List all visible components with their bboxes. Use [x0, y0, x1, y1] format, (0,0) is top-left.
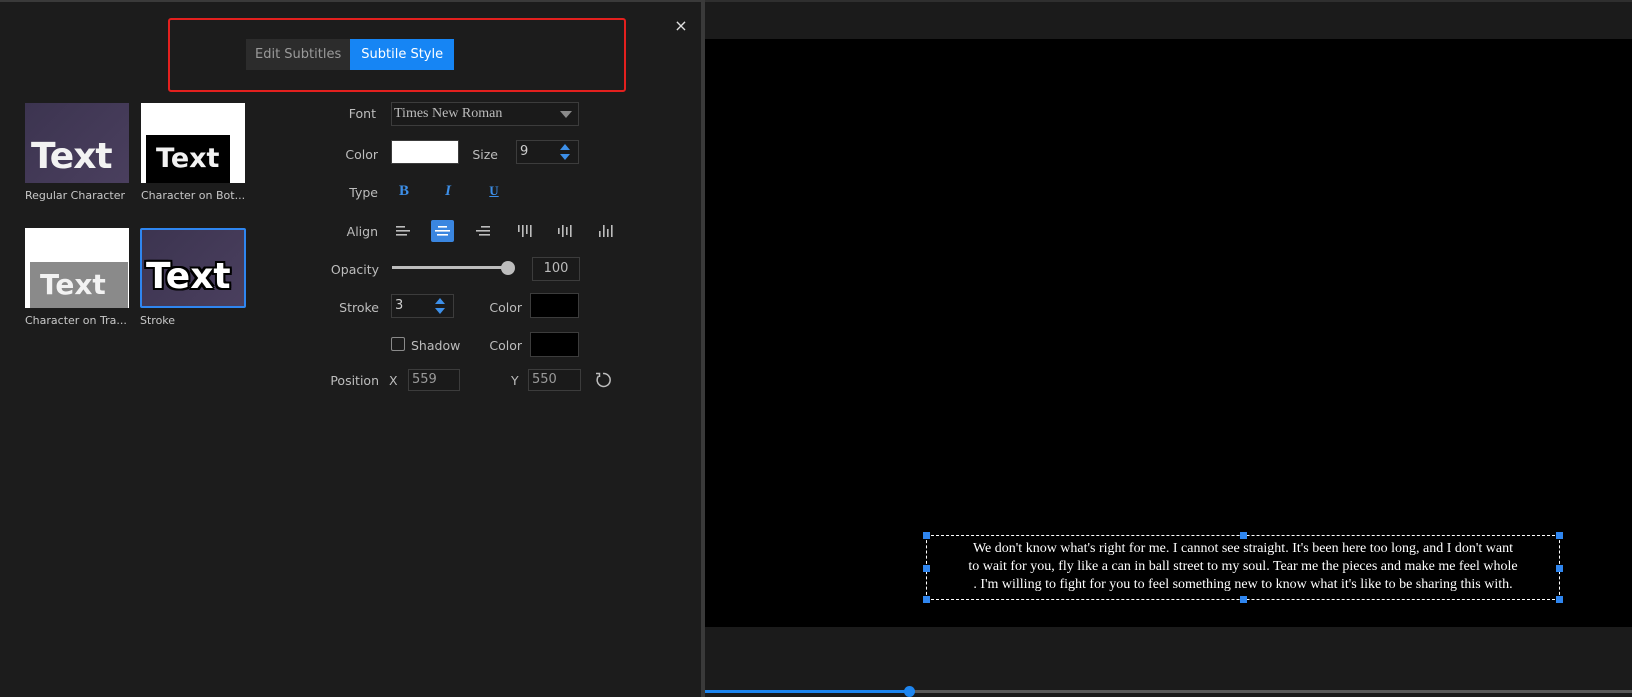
subtitle-line: to wait for you, fly like a can in ball … — [968, 559, 1518, 574]
resize-handle-top[interactable] — [1240, 532, 1247, 539]
position-y-label: Y — [511, 373, 519, 388]
type-label: Type — [349, 185, 378, 200]
align-top-button[interactable] — [513, 220, 536, 242]
playback-scrubber-handle[interactable] — [903, 686, 915, 697]
opacity-input[interactable]: 100 — [532, 257, 580, 281]
preset-preview-text: Text — [31, 136, 113, 177]
preset-thumbnail[interactable]: Text — [25, 103, 129, 183]
preview-header — [705, 0, 1632, 39]
align-top-icon — [518, 225, 532, 237]
stroke-color-label: Color — [489, 300, 522, 315]
stroke-color-swatch[interactable] — [530, 293, 579, 318]
preset-thumbnail[interactable]: Text — [141, 103, 245, 183]
resize-handle-top-left[interactable] — [923, 532, 930, 539]
chevron-down-icon — [560, 111, 572, 118]
resize-handle-bottom-right[interactable] — [1556, 596, 1563, 603]
preset-stroke[interactable]: Text Stroke — [140, 228, 246, 327]
preset-preview-text: Text — [156, 143, 220, 174]
opacity-slider[interactable] — [392, 266, 508, 269]
align-label: Align — [346, 224, 378, 239]
subtitle-style-panel: Edit Subtitles Subtile Style × Text Regu… — [0, 0, 701, 697]
size-label: Size — [472, 147, 498, 162]
spin-arrows-icon[interactable] — [560, 143, 570, 163]
close-icon[interactable]: × — [673, 18, 689, 34]
resize-handle-left[interactable] — [923, 565, 930, 572]
align-middle-icon — [558, 225, 572, 237]
align-center-button[interactable] — [431, 220, 454, 242]
align-bottom-icon — [599, 225, 613, 237]
tab-edit-subtitles[interactable]: Edit Subtitles — [246, 39, 351, 70]
position-label: Position — [330, 373, 379, 388]
preset-preview-text: Text — [146, 256, 231, 297]
subtitle-line: We don't know what's right for me. I can… — [972, 541, 1514, 556]
align-left-icon — [396, 226, 410, 236]
font-select[interactable]: Times New Roman — [391, 102, 579, 126]
preset-thumbnail[interactable]: Text — [25, 228, 129, 308]
stroke-width-value: 3 — [395, 298, 404, 313]
shadow-color-swatch[interactable] — [530, 332, 579, 357]
preset-label: Character on Bot... — [141, 189, 246, 202]
align-right-button[interactable] — [472, 220, 495, 242]
color-label: Color — [345, 147, 378, 162]
preset-thumbnail-selected[interactable]: Text — [140, 228, 246, 308]
position-y-input[interactable]: 550 — [528, 369, 581, 391]
preset-label: Stroke — [140, 314, 176, 327]
playback-progress-bar[interactable] — [705, 686, 1632, 697]
resize-handle-top-right[interactable] — [1556, 532, 1563, 539]
spin-arrows-icon[interactable] — [435, 297, 445, 317]
font-select-value: Times New Roman — [394, 106, 503, 121]
preset-character-on-transparent[interactable]: Text Character on Tra... — [25, 228, 129, 327]
subtitle-text-box[interactable]: We don't know what's right for me. I can… — [923, 532, 1563, 603]
subtitle-tabs: Edit Subtitles Subtile Style — [246, 39, 455, 70]
preset-label: Regular Character — [25, 189, 125, 202]
resize-handle-bottom-left[interactable] — [923, 596, 930, 603]
subtitle-line: . I'm willing to fight for you to feel s… — [973, 577, 1513, 592]
align-left-button[interactable] — [392, 220, 415, 242]
align-middle-button[interactable] — [553, 220, 576, 242]
playback-progress-fill — [705, 690, 909, 693]
shadow-label: Shadow — [411, 338, 461, 353]
align-right-icon — [476, 226, 490, 236]
italic-button[interactable]: I — [440, 183, 456, 200]
size-spinner[interactable]: 9 — [516, 140, 579, 164]
resize-handle-bottom[interactable] — [1240, 596, 1247, 603]
reset-position-icon[interactable] — [594, 371, 612, 389]
preset-label: Character on Tra... — [25, 314, 127, 327]
resize-handle-right[interactable] — [1556, 565, 1563, 572]
stroke-width-spinner[interactable]: 3 — [391, 294, 454, 318]
size-value: 9 — [520, 144, 529, 159]
preset-regular-character[interactable]: Text Regular Character — [25, 103, 129, 202]
subtitle-text: We don't know what's right for me. I can… — [927, 540, 1559, 594]
underline-button[interactable]: U — [486, 183, 502, 199]
tab-subtitle-style[interactable]: Subtile Style — [350, 39, 455, 70]
align-bottom-button[interactable] — [594, 220, 617, 242]
preset-character-on-bottom[interactable]: Text Character on Bot... — [141, 103, 245, 202]
shadow-color-label: Color — [489, 338, 522, 353]
video-preview-panel: We don't know what's right for me. I can… — [705, 0, 1632, 697]
opacity-slider-handle[interactable] — [501, 261, 515, 275]
opacity-label: Opacity — [330, 262, 379, 277]
video-canvas[interactable]: We don't know what's right for me. I can… — [705, 39, 1632, 627]
align-center-icon — [435, 226, 450, 236]
preset-preview-text: Text — [40, 268, 106, 301]
text-color-swatch[interactable] — [391, 140, 459, 164]
position-x-input[interactable]: 559 — [408, 369, 460, 391]
stroke-label: Stroke — [339, 300, 379, 315]
shadow-checkbox[interactable] — [391, 337, 405, 351]
bold-button[interactable]: B — [396, 183, 412, 200]
font-label: Font — [348, 106, 376, 121]
timeline-bar — [705, 627, 1632, 697]
position-x-label: X — [389, 373, 398, 388]
